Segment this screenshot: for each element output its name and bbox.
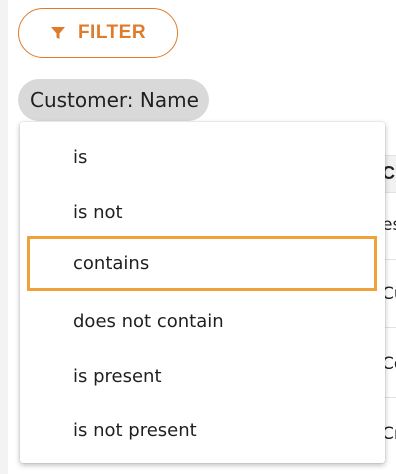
menu-item-does-not-contain[interactable]: does not contain bbox=[27, 296, 377, 346]
filter-icon bbox=[50, 25, 66, 41]
filter-chip-customer-name[interactable]: Customer: Name bbox=[18, 79, 209, 121]
menu-item-contains[interactable]: contains bbox=[27, 236, 377, 291]
left-panel-edge bbox=[0, 0, 8, 474]
operator-menu: is is not contains does not contain is p… bbox=[20, 122, 385, 463]
filter-button-label: FILTER bbox=[77, 22, 147, 43]
filter-button[interactable]: FILTER bbox=[18, 8, 178, 58]
menu-item-is-not-present[interactable]: is not present bbox=[27, 405, 377, 455]
menu-item-is-not[interactable]: is not bbox=[27, 187, 377, 237]
menu-item-is-present[interactable]: is present bbox=[27, 351, 377, 401]
menu-item-is[interactable]: is bbox=[27, 132, 377, 182]
